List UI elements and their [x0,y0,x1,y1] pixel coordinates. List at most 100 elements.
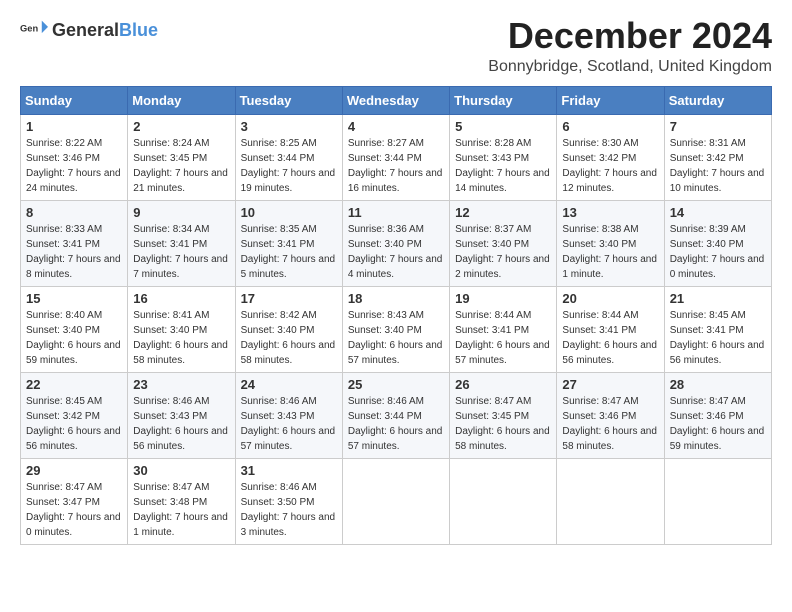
calendar-cell: 31 Sunrise: 8:46 AMSunset: 3:50 PMDaylig… [235,458,342,544]
weekday-header-wednesday: Wednesday [342,86,449,114]
day-number: 3 [241,119,337,134]
day-number: 20 [562,291,658,306]
day-info: Sunrise: 8:34 AMSunset: 3:41 PMDaylight:… [133,224,228,280]
calendar-cell: 24 Sunrise: 8:46 AMSunset: 3:43 PMDaylig… [235,372,342,458]
day-info: Sunrise: 8:37 AMSunset: 3:40 PMDaylight:… [455,224,550,280]
day-number: 31 [241,463,337,478]
calendar-cell: 4 Sunrise: 8:27 AMSunset: 3:44 PMDayligh… [342,114,449,200]
day-info: Sunrise: 8:30 AMSunset: 3:42 PMDaylight:… [562,138,657,194]
day-number: 4 [348,119,444,134]
page-header: Gen General Blue December 2024 Bonnybrid… [20,16,772,76]
day-info: Sunrise: 8:46 AMSunset: 3:43 PMDaylight:… [241,396,336,452]
day-number: 10 [241,205,337,220]
calendar-cell [450,458,557,544]
calendar-cell: 9 Sunrise: 8:34 AMSunset: 3:41 PMDayligh… [128,200,235,286]
weekday-header-friday: Friday [557,86,664,114]
month-title: December 2024 [488,16,772,56]
calendar-cell: 29 Sunrise: 8:47 AMSunset: 3:47 PMDaylig… [21,458,128,544]
weekday-header-row: SundayMondayTuesdayWednesdayThursdayFrid… [21,86,772,114]
day-number: 25 [348,377,444,392]
day-number: 1 [26,119,122,134]
day-number: 30 [133,463,229,478]
day-number: 7 [670,119,766,134]
calendar-cell: 27 Sunrise: 8:47 AMSunset: 3:46 PMDaylig… [557,372,664,458]
day-info: Sunrise: 8:46 AMSunset: 3:44 PMDaylight:… [348,396,443,452]
calendar-cell: 16 Sunrise: 8:41 AMSunset: 3:40 PMDaylig… [128,286,235,372]
week-row-5: 29 Sunrise: 8:47 AMSunset: 3:47 PMDaylig… [21,458,772,544]
calendar-cell: 13 Sunrise: 8:38 AMSunset: 3:40 PMDaylig… [557,200,664,286]
logo-blue: Blue [119,20,158,41]
day-number: 8 [26,205,122,220]
calendar-cell: 15 Sunrise: 8:40 AMSunset: 3:40 PMDaylig… [21,286,128,372]
calendar-cell: 17 Sunrise: 8:42 AMSunset: 3:40 PMDaylig… [235,286,342,372]
calendar-table: SundayMondayTuesdayWednesdayThursdayFrid… [20,86,772,545]
calendar-cell: 19 Sunrise: 8:44 AMSunset: 3:41 PMDaylig… [450,286,557,372]
day-number: 23 [133,377,229,392]
day-number: 24 [241,377,337,392]
day-info: Sunrise: 8:47 AMSunset: 3:48 PMDaylight:… [133,482,228,538]
week-row-3: 15 Sunrise: 8:40 AMSunset: 3:40 PMDaylig… [21,286,772,372]
day-info: Sunrise: 8:47 AMSunset: 3:45 PMDaylight:… [455,396,550,452]
day-info: Sunrise: 8:47 AMSunset: 3:46 PMDaylight:… [670,396,765,452]
day-info: Sunrise: 8:35 AMSunset: 3:41 PMDaylight:… [241,224,336,280]
weekday-header-tuesday: Tuesday [235,86,342,114]
day-number: 2 [133,119,229,134]
location-title: Bonnybridge, Scotland, United Kingdom [488,58,772,76]
day-info: Sunrise: 8:27 AMSunset: 3:44 PMDaylight:… [348,138,443,194]
day-info: Sunrise: 8:44 AMSunset: 3:41 PMDaylight:… [455,310,550,366]
day-number: 9 [133,205,229,220]
calendar-cell: 20 Sunrise: 8:44 AMSunset: 3:41 PMDaylig… [557,286,664,372]
calendar-cell: 11 Sunrise: 8:36 AMSunset: 3:40 PMDaylig… [342,200,449,286]
calendar-cell: 6 Sunrise: 8:30 AMSunset: 3:42 PMDayligh… [557,114,664,200]
day-info: Sunrise: 8:39 AMSunset: 3:40 PMDaylight:… [670,224,765,280]
day-number: 17 [241,291,337,306]
weekday-header-thursday: Thursday [450,86,557,114]
calendar-cell: 23 Sunrise: 8:46 AMSunset: 3:43 PMDaylig… [128,372,235,458]
svg-text:Gen: Gen [20,24,38,34]
calendar-cell: 21 Sunrise: 8:45 AMSunset: 3:41 PMDaylig… [664,286,771,372]
logo-icon: Gen [20,16,48,44]
calendar-cell: 8 Sunrise: 8:33 AMSunset: 3:41 PMDayligh… [21,200,128,286]
day-number: 19 [455,291,551,306]
day-info: Sunrise: 8:45 AMSunset: 3:41 PMDaylight:… [670,310,765,366]
day-info: Sunrise: 8:47 AMSunset: 3:47 PMDaylight:… [26,482,121,538]
day-number: 27 [562,377,658,392]
calendar-cell: 28 Sunrise: 8:47 AMSunset: 3:46 PMDaylig… [664,372,771,458]
day-info: Sunrise: 8:28 AMSunset: 3:43 PMDaylight:… [455,138,550,194]
day-info: Sunrise: 8:43 AMSunset: 3:40 PMDaylight:… [348,310,443,366]
day-number: 6 [562,119,658,134]
calendar-cell: 26 Sunrise: 8:47 AMSunset: 3:45 PMDaylig… [450,372,557,458]
calendar-cell: 7 Sunrise: 8:31 AMSunset: 3:42 PMDayligh… [664,114,771,200]
day-number: 11 [348,205,444,220]
calendar-cell: 22 Sunrise: 8:45 AMSunset: 3:42 PMDaylig… [21,372,128,458]
week-row-1: 1 Sunrise: 8:22 AMSunset: 3:46 PMDayligh… [21,114,772,200]
day-number: 12 [455,205,551,220]
calendar-cell: 25 Sunrise: 8:46 AMSunset: 3:44 PMDaylig… [342,372,449,458]
day-number: 26 [455,377,551,392]
day-number: 5 [455,119,551,134]
calendar-cell: 14 Sunrise: 8:39 AMSunset: 3:40 PMDaylig… [664,200,771,286]
day-info: Sunrise: 8:44 AMSunset: 3:41 PMDaylight:… [562,310,657,366]
weekday-header-saturday: Saturday [664,86,771,114]
weekday-header-sunday: Sunday [21,86,128,114]
day-info: Sunrise: 8:45 AMSunset: 3:42 PMDaylight:… [26,396,121,452]
day-number: 14 [670,205,766,220]
day-info: Sunrise: 8:24 AMSunset: 3:45 PMDaylight:… [133,138,228,194]
calendar-cell: 2 Sunrise: 8:24 AMSunset: 3:45 PMDayligh… [128,114,235,200]
day-info: Sunrise: 8:47 AMSunset: 3:46 PMDaylight:… [562,396,657,452]
calendar-cell: 10 Sunrise: 8:35 AMSunset: 3:41 PMDaylig… [235,200,342,286]
day-info: Sunrise: 8:46 AMSunset: 3:43 PMDaylight:… [133,396,228,452]
day-number: 22 [26,377,122,392]
calendar-cell: 3 Sunrise: 8:25 AMSunset: 3:44 PMDayligh… [235,114,342,200]
logo-general: General [52,20,119,41]
calendar-cell [557,458,664,544]
day-info: Sunrise: 8:36 AMSunset: 3:40 PMDaylight:… [348,224,443,280]
week-row-4: 22 Sunrise: 8:45 AMSunset: 3:42 PMDaylig… [21,372,772,458]
calendar-cell: 1 Sunrise: 8:22 AMSunset: 3:46 PMDayligh… [21,114,128,200]
calendar-cell [342,458,449,544]
day-number: 21 [670,291,766,306]
day-info: Sunrise: 8:22 AMSunset: 3:46 PMDaylight:… [26,138,121,194]
day-info: Sunrise: 8:40 AMSunset: 3:40 PMDaylight:… [26,310,121,366]
day-number: 16 [133,291,229,306]
calendar-cell: 18 Sunrise: 8:43 AMSunset: 3:40 PMDaylig… [342,286,449,372]
